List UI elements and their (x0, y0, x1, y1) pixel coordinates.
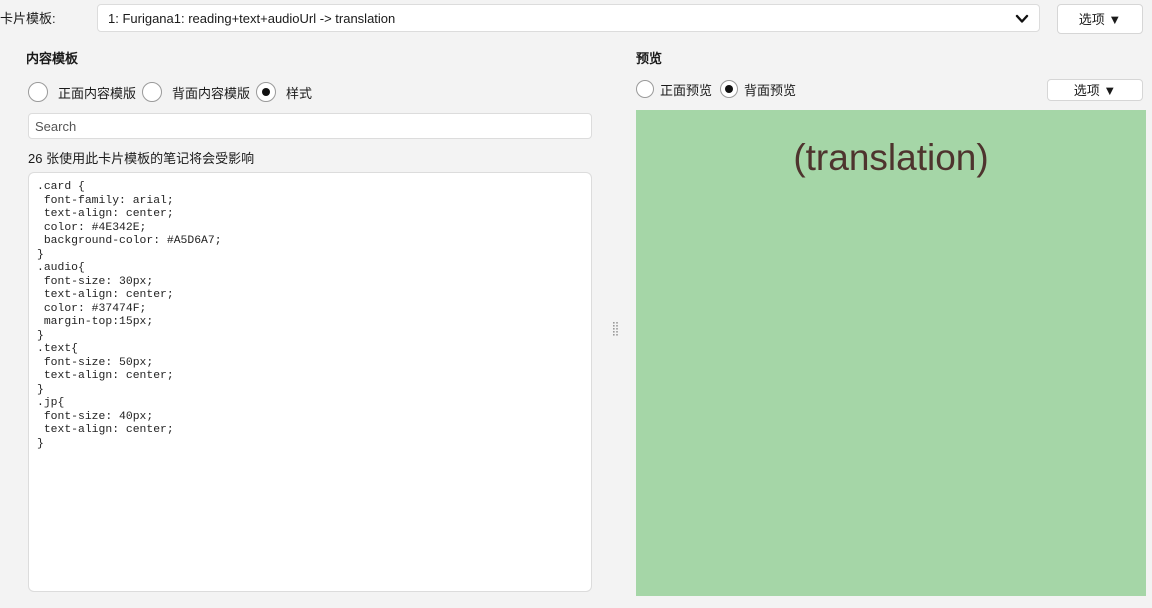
back-preview-radio[interactable] (720, 80, 739, 98)
back-template-radio[interactable] (142, 82, 163, 102)
front-template-radio-label[interactable]: 正面内容模版 (58, 83, 136, 102)
card-preview: (translation) (636, 110, 1146, 596)
content-template-radio-group: 正面内容模版 背面内容模版 样式 (28, 81, 318, 103)
styling-radio-label[interactable]: 样式 (286, 83, 312, 102)
styling-radio[interactable] (256, 82, 277, 102)
card-template-select-value: 1: Furigana1: reading+text+audioUrl -> t… (108, 11, 396, 26)
front-preview-radio-label[interactable]: 正面预览 (660, 80, 712, 99)
css-editor[interactable]: .card { font-family: arial; text-align: … (28, 172, 592, 592)
card-template-select[interactable]: 1: Furigana1: reading+text+audioUrl -> t… (97, 4, 1040, 32)
content-template-heading: 内容模板 (26, 51, 79, 66)
search-input[interactable] (28, 113, 592, 139)
front-template-radio[interactable] (28, 82, 48, 102)
front-preview-radio[interactable] (636, 80, 654, 98)
card-preview-text: (translation) (793, 137, 989, 178)
preview-options-button[interactable]: 选项 ▼ (1047, 79, 1143, 101)
card-template-label: 卡片模板: (0, 11, 56, 26)
preview-radio-group: 正面预览 背面预览 (636, 78, 804, 100)
back-preview-radio-label[interactable]: 背面预览 (744, 80, 796, 99)
css-code-text: .card { font-family: arial; text-align: … (37, 181, 222, 450)
drag-handle-icon[interactable] (613, 322, 619, 336)
affected-notes-message: 26 张使用此卡片模板的笔记将会受影响 (28, 151, 255, 166)
template-options-button[interactable]: 选项 ▼ (1057, 4, 1143, 34)
chevron-down-icon (1015, 14, 1029, 23)
back-template-radio-label[interactable]: 背面内容模版 (172, 83, 250, 102)
preview-heading: 预览 (636, 51, 663, 66)
